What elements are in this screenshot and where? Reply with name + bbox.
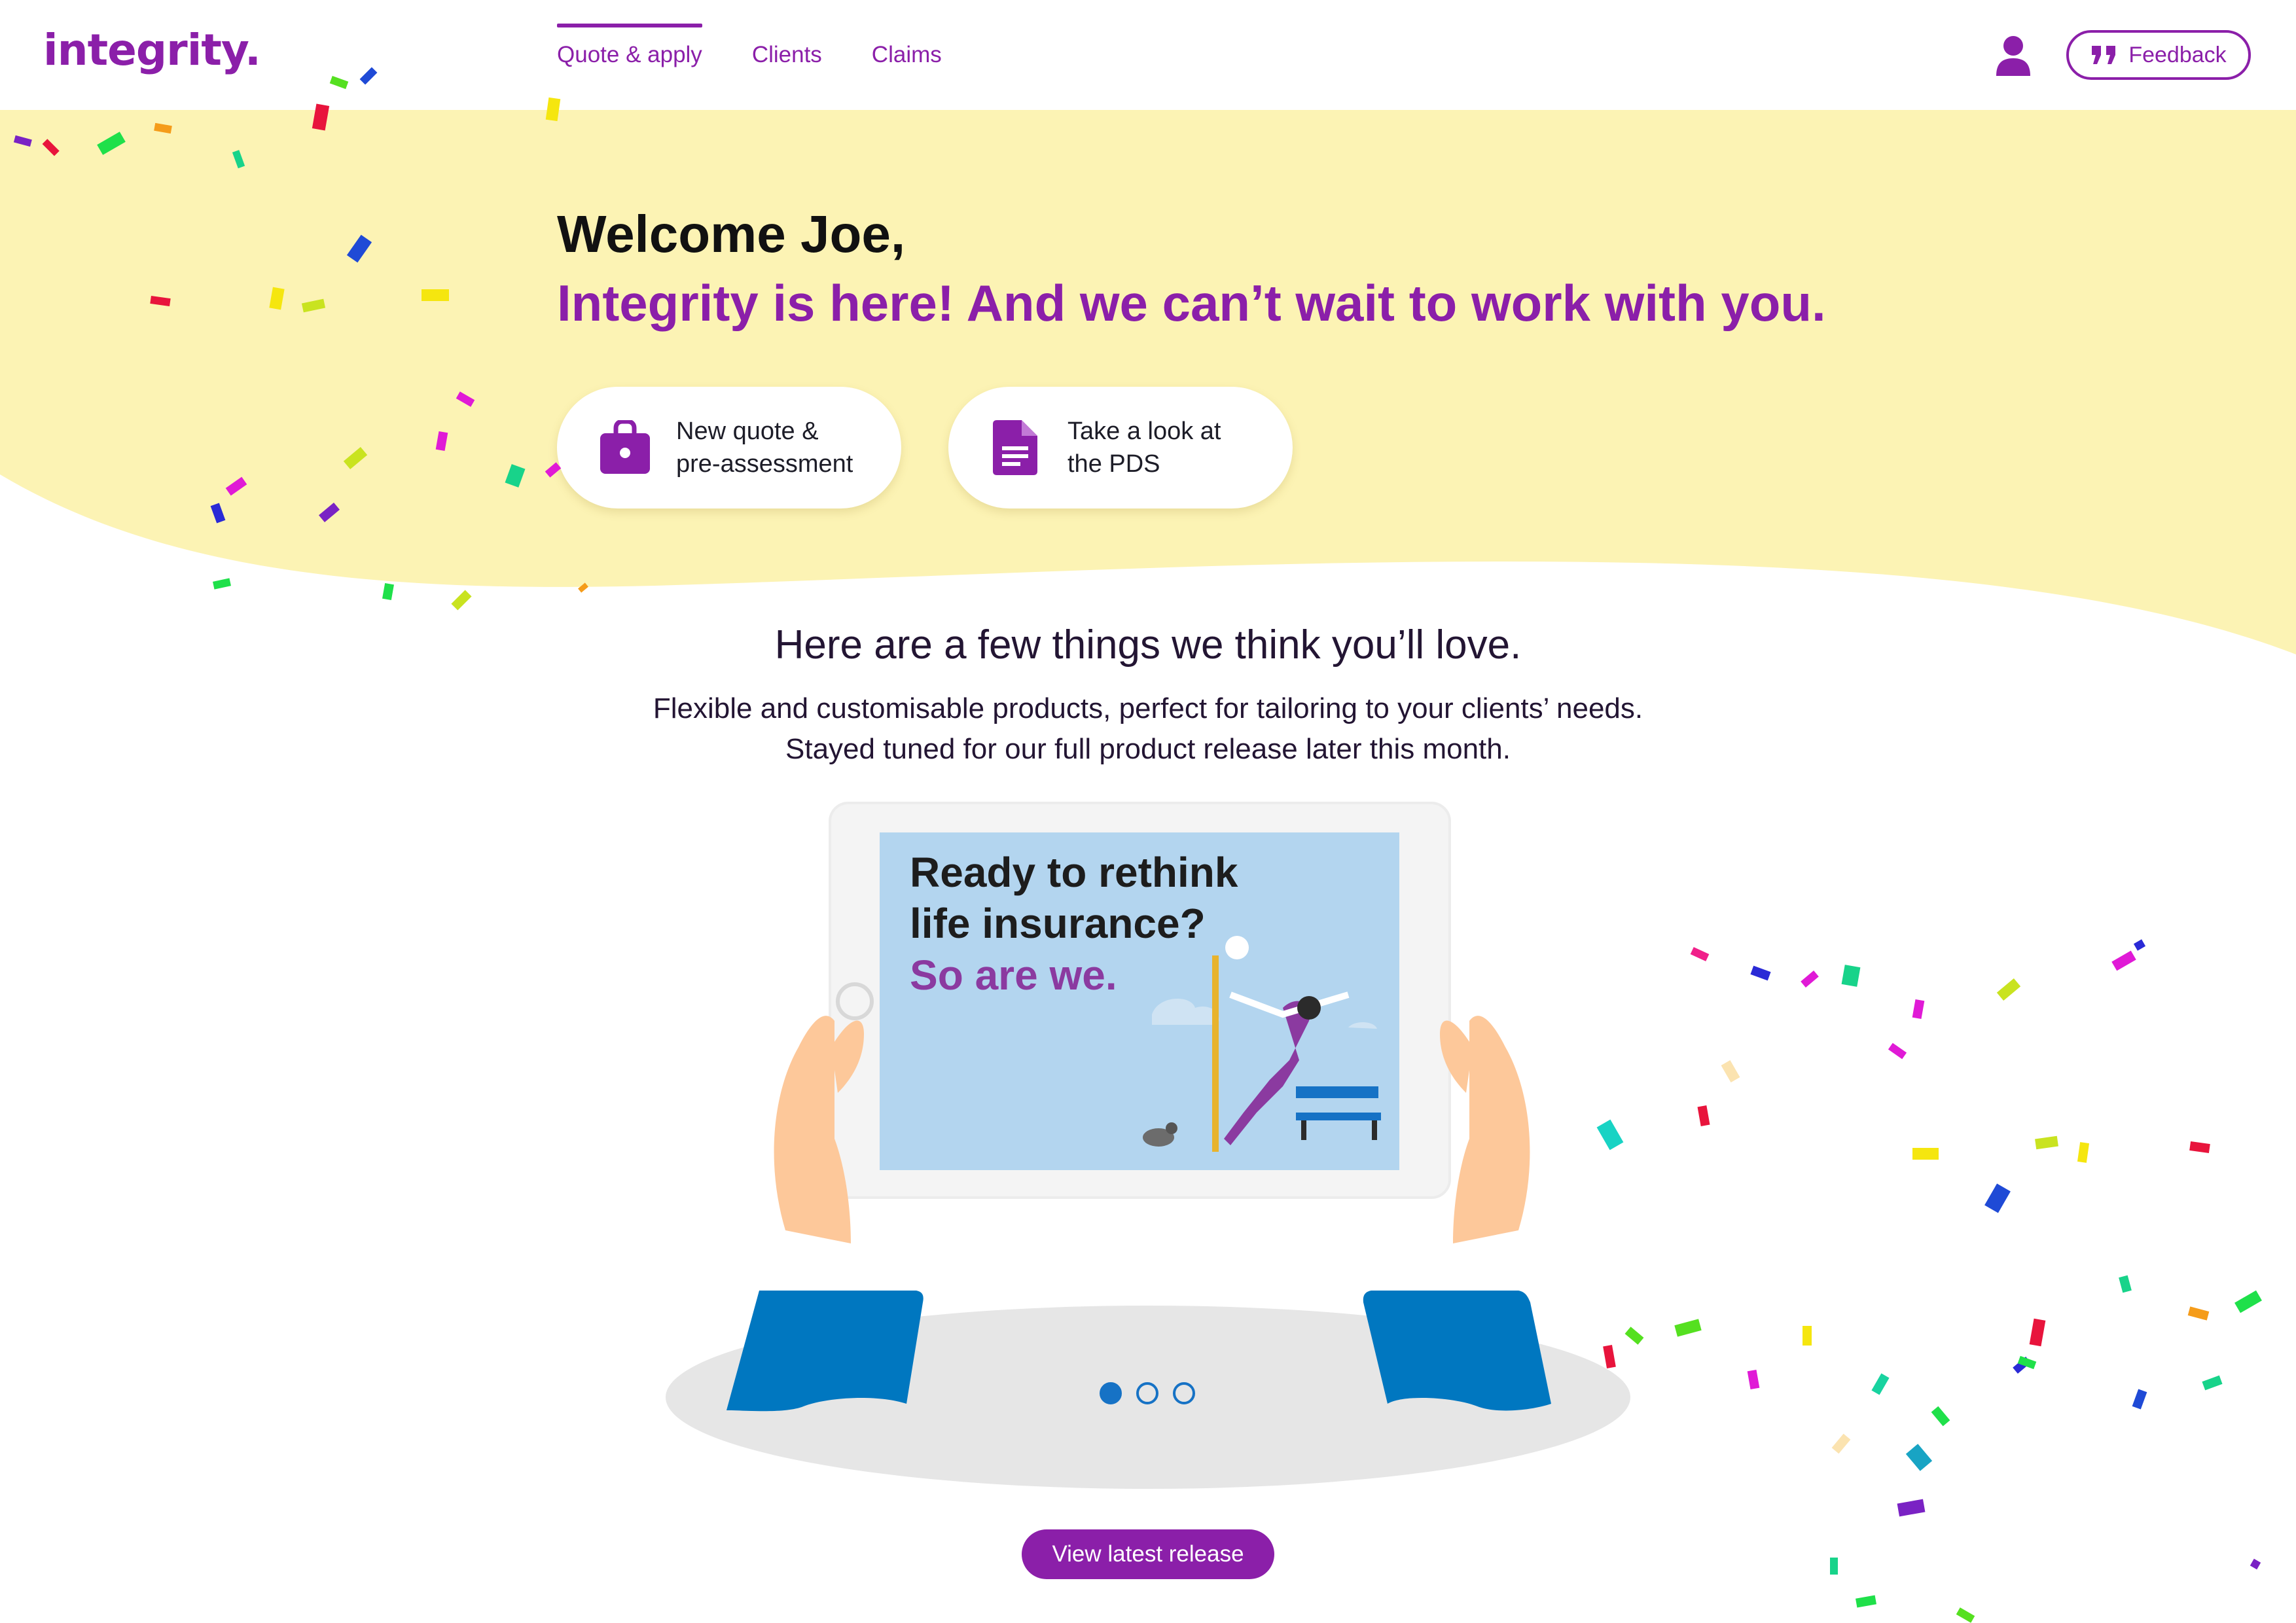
lamp-post [1212, 955, 1219, 1152]
features-description-line-1: Flexible and customisable products, perf… [653, 692, 1643, 724]
tablet-headline-2: life insurance? [910, 900, 1206, 947]
carousel-dot-2[interactable] [1136, 1382, 1158, 1404]
left-sleeve [726, 1291, 924, 1412]
main-nav: Quote & apply Clients Claims [557, 0, 992, 110]
lamp-light [1225, 936, 1249, 959]
bench-leg [1301, 1120, 1306, 1140]
new-quote-button[interactable]: New quote & pre-assessment [557, 387, 901, 508]
feedback-label: Feedback [2128, 42, 2227, 67]
page: integrity. Quote & apply Clients Claims … [0, 0, 2296, 1623]
welcome-subtitle: Integrity is here! And we can’t wait to … [557, 274, 1826, 332]
view-pds-button[interactable]: Take a look at the PDS [948, 387, 1293, 508]
view-pds-label: Take a look at the PDS [1067, 418, 1221, 478]
integrity-logo[interactable]: integrity. [43, 25, 261, 75]
new-quote-label: New quote & pre-assessment [676, 418, 853, 478]
top-navigation-bar: integrity. Quote & apply Clients Claims … [0, 0, 2296, 110]
pigeon-head [1166, 1122, 1177, 1134]
tablet-headline-3: So are we. [910, 952, 1117, 999]
briefcase-icon [600, 420, 650, 474]
nav-quote-apply[interactable]: Quote & apply [557, 0, 702, 110]
user-icon[interactable] [1995, 35, 2032, 76]
nav-clients[interactable]: Clients [752, 0, 822, 110]
view-latest-release-button[interactable]: View latest release [1022, 1529, 1274, 1579]
feedback-button[interactable]: Feedback [2066, 30, 2251, 80]
carousel-pagination [1100, 1382, 1195, 1404]
features-heading: Here are a few things we think you’ll lo… [774, 622, 1522, 668]
carousel-dot-1[interactable] [1100, 1382, 1122, 1404]
figure-head [1297, 996, 1321, 1020]
bench-seat [1296, 1113, 1381, 1120]
welcome-heading: Welcome Joe, [557, 205, 906, 263]
nav-claims[interactable]: Claims [872, 0, 942, 110]
bench-leg [1372, 1120, 1377, 1140]
bench-back [1296, 1086, 1378, 1098]
document-icon [993, 420, 1037, 475]
right-sleeve [1363, 1291, 1551, 1411]
carousel-dot-3[interactable] [1173, 1382, 1195, 1404]
features-description-line-2: Stayed tuned for our full product releas… [785, 733, 1511, 765]
quote-marks-icon [2092, 46, 2116, 64]
tablet-headline-1: Ready to rethink [910, 849, 1238, 896]
